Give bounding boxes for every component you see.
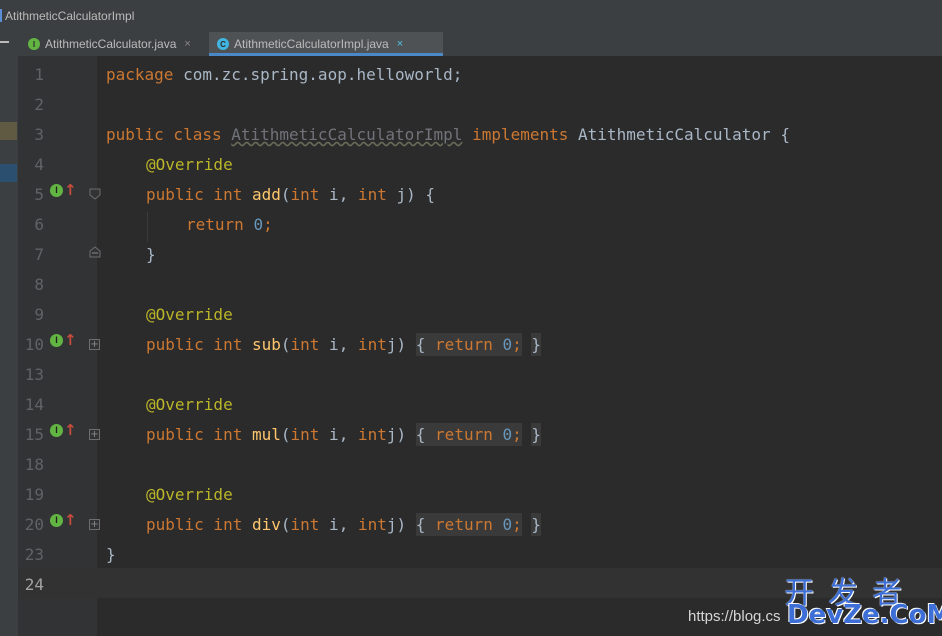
line-number: 24 — [24, 575, 44, 594]
line-number: 14 — [24, 395, 44, 414]
line-number: 3 — [34, 125, 44, 144]
fold-end-icon[interactable] — [89, 246, 101, 258]
line-number: 8 — [34, 275, 44, 294]
title-edge-marker — [0, 9, 2, 22]
folded-region-close[interactable]: } — [531, 423, 542, 446]
interface-icon: I — [28, 38, 40, 50]
class-icon: C — [217, 38, 229, 50]
line-number: 19 — [24, 485, 44, 504]
left-tool-strip — [0, 32, 19, 636]
code-line-close-brace[interactable]: } — [146, 240, 156, 270]
tab-label: AtithmeticCalculatorImpl.java — [234, 37, 389, 51]
line-number: 7 — [34, 245, 44, 264]
title-bar: AtithmeticCalculatorImpl — [0, 0, 942, 33]
folded-region[interactable]: { return 0; — [415, 513, 522, 536]
implements-method-icon[interactable]: I ↑ — [50, 421, 77, 439]
annotation-override[interactable]: @Override — [146, 300, 233, 330]
code-line-add-method[interactable]: public int add(int i, int j) { — [146, 180, 435, 210]
line-number: 9 — [34, 305, 44, 324]
tab-label: AtithmeticCalculator.java — [45, 37, 177, 51]
code-line-return[interactable]: return 0; — [186, 210, 273, 240]
indent-guide — [147, 212, 148, 242]
code-line-class-declaration[interactable]: public class AtithmeticCalculatorImpl im… — [106, 120, 790, 150]
line-number: 2 — [34, 95, 44, 114]
line-number: 23 — [24, 545, 44, 564]
collapse-icon[interactable] — [0, 41, 9, 43]
code-line-mul-method[interactable]: public int mul(int i, intj) { return 0; … — [146, 420, 542, 450]
annotation-override[interactable]: @Override — [146, 390, 233, 420]
window-title: AtithmeticCalculatorImpl — [5, 9, 135, 23]
line-number: 1 — [34, 65, 44, 84]
line-number: 18 — [24, 455, 44, 474]
line-number: 13 — [24, 365, 44, 384]
expand-fold-icon[interactable]: + — [89, 339, 100, 350]
implements-method-icon[interactable]: I ↑ — [50, 511, 77, 529]
line-number: 6 — [34, 215, 44, 234]
code-line-package[interactable]: package com.zc.spring.aop.helloworld; — [106, 60, 462, 90]
close-icon[interactable]: × — [397, 38, 403, 50]
expand-fold-icon[interactable]: + — [89, 429, 100, 440]
watermark-url: https://blog.cs — [688, 608, 781, 625]
project-tree-selection — [0, 164, 17, 182]
code-line-div-method[interactable]: public int div(int i, intj) { return 0; … — [146, 510, 542, 540]
implements-method-icon[interactable]: I ↑ — [50, 181, 77, 199]
fold-start-icon[interactable] — [89, 188, 101, 200]
line-number: 4 — [34, 155, 44, 174]
tab-atithmetic-calculator-impl[interactable]: C AtithmeticCalculatorImpl.java × — [209, 32, 443, 56]
folded-region[interactable]: { return 0; — [415, 423, 522, 446]
line-number: 10 — [24, 335, 44, 354]
folded-region-close[interactable]: } — [531, 333, 542, 356]
tab-atithmetic-calculator[interactable]: I AtithmeticCalculator.java × — [20, 32, 206, 56]
folded-region-close[interactable]: } — [531, 513, 542, 536]
line-number: 5 — [34, 185, 44, 204]
annotation-override[interactable]: @Override — [146, 150, 233, 180]
line-number: 20 — [24, 515, 44, 534]
project-tree-marker — [0, 122, 17, 140]
folded-region[interactable]: { return 0; — [415, 333, 522, 356]
implements-method-icon[interactable]: I ↑ — [50, 331, 77, 349]
watermark-logo: DevZe.CoM — [787, 600, 942, 630]
code-line-class-close[interactable]: } — [106, 540, 116, 570]
expand-fold-icon[interactable]: + — [89, 519, 100, 530]
close-icon[interactable]: × — [184, 38, 190, 50]
code-line-sub-method[interactable]: public int sub(int i, intj) { return 0; … — [146, 330, 542, 360]
editor-tabs: I AtithmeticCalculator.java × C Atithmet… — [18, 32, 942, 57]
line-number: 15 — [24, 425, 44, 444]
annotation-override[interactable]: @Override — [146, 480, 233, 510]
